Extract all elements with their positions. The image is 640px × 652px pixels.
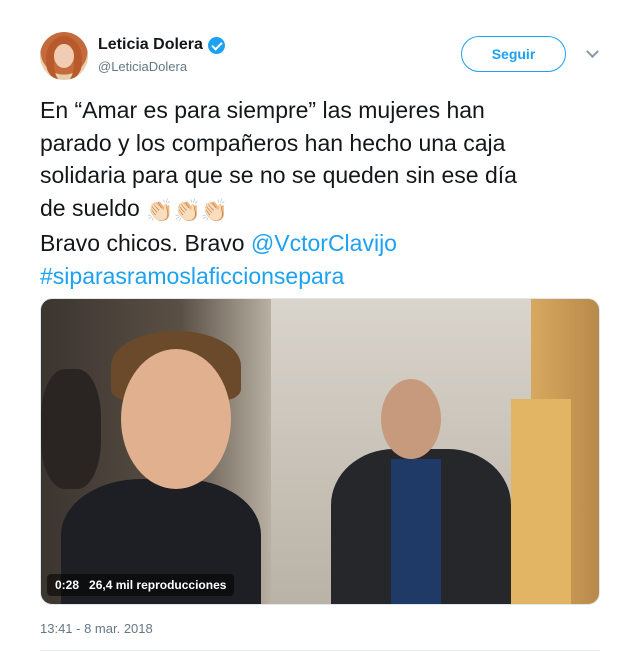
avatar[interactable] bbox=[40, 32, 88, 80]
tweet-text: En “Amar es para siempre” las mujeres ha… bbox=[40, 94, 610, 292]
tweet-timestamp[interactable]: 13:41 - 8 mar. 2018 bbox=[40, 621, 153, 636]
video-frame-person bbox=[41, 319, 261, 604]
video-duration: 0:28 bbox=[55, 578, 80, 592]
tweet-line-bravo: Bravo chicos. Bravo @VctorClavijo bbox=[40, 227, 610, 260]
tweet-header: Leticia Dolera @LeticiaDolera Seguir bbox=[40, 30, 600, 82]
author-handle[interactable]: @LeticiaDolera bbox=[98, 59, 187, 74]
tweet-line: En “Amar es para siempre” las mujeres ha… bbox=[40, 97, 485, 123]
chevron-down-icon[interactable] bbox=[582, 44, 602, 64]
video-player[interactable]: 0:28 26,4 mil reproducciones bbox=[40, 298, 600, 605]
author-name-row[interactable]: Leticia Dolera bbox=[98, 36, 225, 54]
bravo-text: Bravo chicos. Bravo bbox=[40, 230, 251, 256]
clap-emoji-icon: 👏🏻👏🏻👏🏻 bbox=[146, 197, 229, 223]
divider bbox=[40, 650, 600, 651]
tweet-line: parado y los compañeros han hecho una ca… bbox=[40, 129, 506, 156]
follow-button[interactable]: Seguir bbox=[461, 36, 566, 72]
video-meta-overlay: 0:28 26,4 mil reproducciones bbox=[47, 574, 235, 596]
hashtag-link[interactable]: #siparasramoslaficcionsepara bbox=[40, 260, 610, 293]
verified-badge-icon bbox=[207, 36, 225, 54]
video-frame-person bbox=[291, 359, 551, 604]
mention-link[interactable]: @VctorClavijo bbox=[251, 230, 397, 256]
tweet-line: solidaria para que se no se queden sin e… bbox=[40, 162, 517, 188]
video-views: 26,4 mil reproducciones bbox=[89, 578, 227, 592]
tweet-line: de sueldo bbox=[40, 194, 140, 221]
author-name[interactable]: Leticia Dolera bbox=[98, 36, 203, 54]
tweet-line-with-emoji: de sueldo 👏🏻👏🏻👏🏻 bbox=[40, 192, 610, 228]
